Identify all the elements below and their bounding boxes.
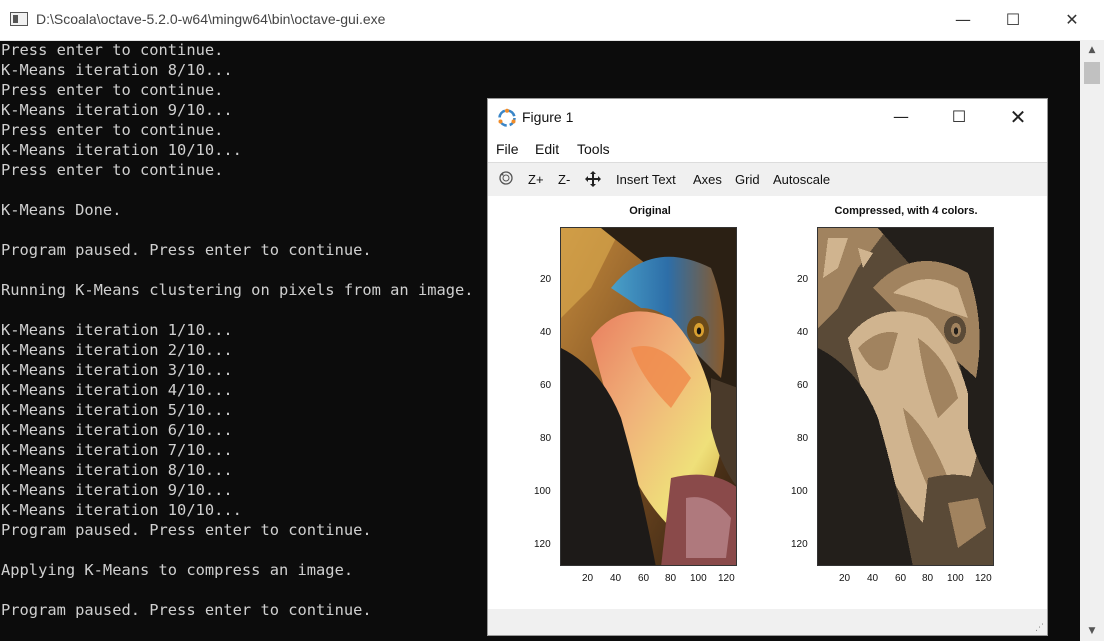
menu-file[interactable]: File <box>496 141 519 157</box>
compressed-ytick-40: 40 <box>797 327 809 338</box>
scroll-thumb[interactable] <box>1084 62 1100 84</box>
octave-logo-icon <box>498 108 516 127</box>
compressed-ytick-60: 60 <box>797 380 809 391</box>
compressed-xtick-20: 20 <box>839 573 851 584</box>
maximize-button[interactable]: ☐ <box>984 0 1042 40</box>
close-button[interactable]: ✕ <box>1043 0 1101 40</box>
compressed-bird-image <box>818 228 993 565</box>
figure-statusbar: ⋰ <box>488 609 1047 635</box>
resize-grip-icon[interactable]: ⋰ <box>1035 623 1045 633</box>
figure-minimize-button[interactable]: — <box>876 99 926 135</box>
original-xtick-80: 80 <box>665 573 677 584</box>
subplot-title-original: Original <box>629 205 671 217</box>
insert-text-button[interactable]: Insert Text <box>616 172 676 187</box>
menu-edit[interactable]: Edit <box>535 141 559 157</box>
figure-maximize-button[interactable]: ☐ <box>934 99 984 135</box>
console-titlebar: D:\Scoala\octave-5.2.0-w64\mingw64\bin\o… <box>0 0 1104 41</box>
autoscale-button[interactable]: Autoscale <box>773 172 830 187</box>
original-xtick-120: 120 <box>718 573 735 584</box>
figure-titlebar: Figure 1 — ☐ ✕ <box>488 99 1047 135</box>
original-xtick-60: 60 <box>638 573 650 584</box>
figure-menubar: File Edit Tools <box>488 135 1047 162</box>
compressed-ytick-20: 20 <box>797 274 809 285</box>
compressed-image-axes[interactable] <box>817 227 994 566</box>
compressed-ytick-80: 80 <box>797 433 809 444</box>
original-xtick-100: 100 <box>690 573 707 584</box>
original-ytick-100: 100 <box>534 486 551 497</box>
compressed-xtick-80: 80 <box>922 573 934 584</box>
figure-close-button[interactable]: ✕ <box>993 99 1043 135</box>
console-line: Press enter to continue. <box>1 81 224 99</box>
console-window-title: D:\Scoala\octave-5.2.0-w64\mingw64\bin\o… <box>36 11 386 27</box>
compressed-xtick-120: 120 <box>975 573 992 584</box>
console-line: K-Means iteration 8/10... <box>1 61 233 79</box>
original-ytick-120: 120 <box>534 539 551 550</box>
compressed-xtick-40: 40 <box>867 573 879 584</box>
original-xtick-40: 40 <box>610 573 622 584</box>
figure-title: Figure 1 <box>522 109 574 125</box>
console-app-icon <box>10 12 28 26</box>
compressed-ytick-100: 100 <box>791 486 808 497</box>
subplot-title-compressed: Compressed, with 4 colors. <box>834 205 978 217</box>
rotate-icon[interactable] <box>498 170 514 186</box>
original-xtick-20: 20 <box>582 573 594 584</box>
compressed-xtick-100: 100 <box>947 573 964 584</box>
original-ytick-80: 80 <box>540 433 552 444</box>
zoom-in-button[interactable]: Z+ <box>528 172 544 187</box>
scroll-up-arrow-icon[interactable]: ▲ <box>1080 40 1104 60</box>
axes-button[interactable]: Axes <box>693 172 722 187</box>
scroll-down-arrow-icon[interactable]: ▼ <box>1080 621 1104 641</box>
console-scrollbar[interactable]: ▲ ▼ <box>1080 40 1104 641</box>
figure-window: Figure 1 — ☐ ✕ File Edit Tools Z+ Z- Ins… <box>487 98 1048 636</box>
original-ytick-60: 60 <box>540 380 552 391</box>
zoom-out-button[interactable]: Z- <box>558 172 570 187</box>
original-image-axes[interactable] <box>560 227 737 566</box>
original-ytick-40: 40 <box>540 327 552 338</box>
grid-button[interactable]: Grid <box>735 172 760 187</box>
pan-icon[interactable] <box>584 170 602 188</box>
original-ytick-20: 20 <box>540 274 552 285</box>
original-bird-image <box>561 228 736 565</box>
console-line: Press enter to continue. <box>1 41 224 59</box>
compressed-xtick-60: 60 <box>895 573 907 584</box>
menu-tools[interactable]: Tools <box>577 141 610 157</box>
figure-toolbar: Z+ Z- Insert Text Axes Grid Autoscale <box>488 162 1047 197</box>
figure-canvas[interactable]: Original 20 40 60 80 100 120 20 40 60 80… <box>488 196 1047 609</box>
compressed-ytick-120: 120 <box>791 539 808 550</box>
